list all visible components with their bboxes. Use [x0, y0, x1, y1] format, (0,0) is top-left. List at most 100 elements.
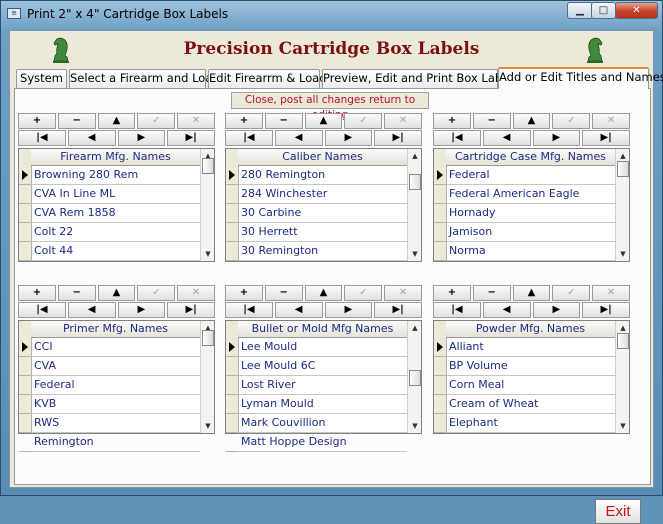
scroll-thumb[interactable]: [409, 370, 421, 386]
table-row[interactable]: Norma: [434, 242, 615, 261]
name-cell[interactable]: Lee Mould: [238, 338, 407, 357]
title-bar[interactable]: ≡ Print 2" x 4" Cartridge Box Labels ▁ □…: [1, 1, 662, 27]
cancel-edit-button[interactable]: ✕: [177, 285, 215, 301]
name-cell[interactable]: 30 Remington: [238, 242, 407, 261]
post-edit-button[interactable]: ✓: [137, 285, 176, 301]
table-row[interactable]: Remington: [19, 433, 200, 452]
vertical-scrollbar[interactable]: ▲ ▼: [615, 149, 629, 261]
add-record-button[interactable]: +: [18, 285, 56, 301]
add-record-button[interactable]: +: [433, 285, 471, 301]
vertical-scrollbar[interactable]: ▲ ▼: [200, 149, 214, 261]
scroll-thumb[interactable]: [617, 333, 629, 349]
name-cell[interactable]: Federal: [31, 376, 200, 395]
cancel-edit-button[interactable]: ✕: [177, 113, 215, 129]
prior-record-button[interactable]: ◀: [274, 130, 323, 146]
table-row[interactable]: Colt 22: [19, 223, 200, 242]
first-record-button[interactable]: |◀: [433, 302, 481, 318]
table-row[interactable]: 30 Carbine: [226, 204, 407, 223]
edit-record-button[interactable]: ▲: [512, 113, 551, 129]
name-cell[interactable]: Jamison: [446, 223, 615, 242]
add-record-button[interactable]: +: [433, 113, 471, 129]
exit-button[interactable]: Exit: [595, 499, 641, 524]
name-cell[interactable]: Lyman Mould: [238, 395, 407, 414]
prior-record-button[interactable]: ◀: [274, 302, 323, 318]
table-row[interactable]: Colt 44: [19, 242, 200, 261]
table-row[interactable]: Federal American Eagle: [434, 185, 615, 204]
scroll-down-icon[interactable]: ▼: [617, 247, 629, 261]
name-cell[interactable]: CCI: [31, 338, 200, 357]
next-record-button[interactable]: ▶: [532, 302, 581, 318]
prior-record-button[interactable]: ◀: [482, 130, 531, 146]
next-record-button[interactable]: ▶: [532, 130, 581, 146]
name-cell[interactable]: Elephant: [446, 414, 615, 433]
tab-edit-firearm[interactable]: Edit Firearrm & Load: [208, 69, 327, 88]
name-cell[interactable]: Lost River: [238, 376, 407, 395]
scroll-down-icon[interactable]: ▼: [617, 419, 629, 433]
name-cell[interactable]: Norma: [446, 242, 615, 261]
maximize-button[interactable]: □: [591, 2, 616, 19]
name-cell[interactable]: Lee Mould 6C: [238, 357, 407, 376]
delete-record-button[interactable]: −: [57, 285, 96, 301]
tab-preview-print[interactable]: Preview, Edit and Print Box Labels: [322, 69, 518, 88]
cancel-edit-button[interactable]: ✕: [592, 285, 630, 301]
first-record-button[interactable]: |◀: [18, 302, 66, 318]
name-cell[interactable]: 284 Winchester: [238, 185, 407, 204]
names-grid[interactable]: Powder Mfg. Names Alliant BP Volume Corn Me…: [433, 320, 630, 434]
table-row[interactable]: Matt Hoppe Design: [226, 433, 407, 452]
last-record-button[interactable]: ▶|: [582, 130, 630, 146]
tab-select-firearm[interactable]: Select a Firearm and Load: [69, 69, 220, 88]
table-row[interactable]: CCI: [19, 338, 200, 357]
edit-record-button[interactable]: ▲: [304, 113, 343, 129]
table-row[interactable]: Browning 280 Rem: [19, 166, 200, 185]
add-record-button[interactable]: +: [225, 113, 263, 129]
table-row[interactable]: Jamison: [434, 223, 615, 242]
table-row[interactable]: Federal: [19, 376, 200, 395]
name-cell[interactable]: 280 Remington: [238, 166, 407, 185]
close-post-button[interactable]: Close, post all changes return to editin…: [231, 92, 429, 121]
names-grid[interactable]: Firearm Mfg. Names Browning 280 Rem CVA In…: [18, 148, 215, 262]
post-edit-button[interactable]: ✓: [344, 285, 383, 301]
name-cell[interactable]: Colt 22: [31, 223, 200, 242]
minimize-button[interactable]: ▁: [567, 2, 593, 19]
names-grid[interactable]: Caliber Names 280 Remington 284 Winchester…: [225, 148, 422, 262]
table-row[interactable]: KVB: [19, 395, 200, 414]
close-window-button[interactable]: ✕: [615, 2, 658, 19]
scroll-up-icon[interactable]: ▲: [409, 149, 421, 163]
cancel-edit-button[interactable]: ✕: [384, 113, 422, 129]
last-record-button[interactable]: ▶|: [167, 302, 215, 318]
name-cell[interactable]: CVA Rem 1858: [31, 204, 200, 223]
form-icon[interactable]: ≡: [7, 8, 21, 19]
scroll-up-icon[interactable]: ▲: [409, 321, 421, 335]
table-row[interactable]: Mark Couvillion: [226, 414, 407, 433]
name-cell[interactable]: KVB: [31, 395, 200, 414]
name-cell[interactable]: CVA In Line ML: [31, 185, 200, 204]
add-record-button[interactable]: +: [18, 113, 56, 129]
table-row[interactable]: Alliant: [434, 338, 615, 357]
post-edit-button[interactable]: ✓: [137, 113, 176, 129]
first-record-button[interactable]: |◀: [18, 130, 66, 146]
table-row[interactable]: Lyman Mould: [226, 395, 407, 414]
table-row[interactable]: RWS: [19, 414, 200, 433]
table-row[interactable]: CVA In Line ML: [19, 185, 200, 204]
name-cell[interactable]: RWS: [31, 414, 200, 433]
edit-record-button[interactable]: ▲: [97, 285, 136, 301]
last-record-button[interactable]: ▶|: [374, 130, 422, 146]
table-row[interactable]: 30 Remington: [226, 242, 407, 261]
scroll-thumb[interactable]: [202, 330, 214, 346]
prior-record-button[interactable]: ◀: [67, 302, 116, 318]
delete-record-button[interactable]: −: [472, 113, 511, 129]
table-row[interactable]: BP Volume: [434, 357, 615, 376]
names-grid[interactable]: Cartridge Case Mfg. Names Federal Federal …: [433, 148, 630, 262]
tab-system[interactable]: System: [16, 69, 67, 88]
name-cell[interactable]: Alliant: [446, 338, 615, 357]
cancel-edit-button[interactable]: ✕: [384, 285, 422, 301]
last-record-button[interactable]: ▶|: [167, 130, 215, 146]
vertical-scrollbar[interactable]: ▲ ▼: [407, 321, 421, 433]
vertical-scrollbar[interactable]: ▲ ▼: [200, 321, 214, 433]
table-row[interactable]: 280 Remington: [226, 166, 407, 185]
vertical-scrollbar[interactable]: ▲ ▼: [615, 321, 629, 433]
prior-record-button[interactable]: ◀: [67, 130, 116, 146]
delete-record-button[interactable]: −: [57, 113, 96, 129]
post-edit-button[interactable]: ✓: [552, 285, 591, 301]
cancel-edit-button[interactable]: ✕: [592, 113, 630, 129]
